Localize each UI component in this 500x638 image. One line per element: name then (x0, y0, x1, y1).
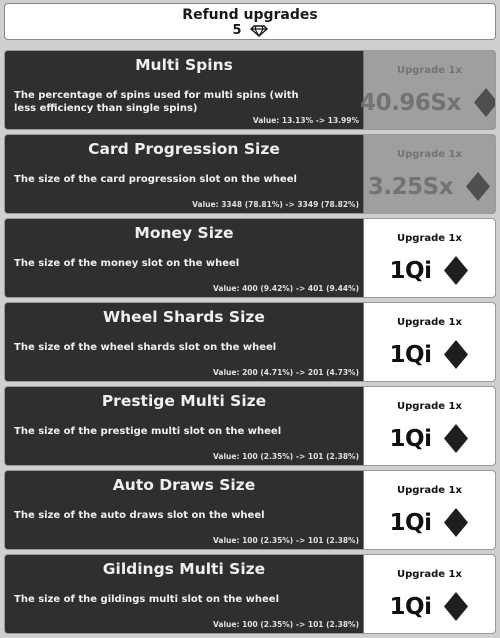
upgrade-cost: 1Qi (389, 425, 432, 452)
upgrade-name: Card Progression Size (88, 140, 280, 158)
upgrade-buy-label: Upgrade 1x (397, 485, 462, 496)
upgrade-cost: 1Qi (389, 257, 432, 284)
upgrade-info-panel: Wheel Shards Size The size of the wheel … (5, 303, 363, 381)
upgrade-buy-button[interactable]: Upgrade 1x 1Qi (363, 219, 495, 297)
upgrade-buy-label: Upgrade 1x (397, 569, 462, 580)
upgrade-description: The size of the card progression slot on… (14, 174, 297, 185)
upgrade-buy-label: Upgrade 1x (397, 65, 462, 76)
diamond-gem-icon (443, 255, 469, 286)
upgrade-buy-label: Upgrade 1x (397, 149, 462, 160)
diamond-gem-icon (465, 171, 491, 202)
refund-title: Refund upgrades (182, 7, 318, 23)
upgrade-name: Prestige Multi Size (101, 392, 267, 410)
diamond-gem-icon (443, 591, 469, 622)
upgrade-buy-button[interactable]: Upgrade 1x 1Qi (363, 471, 495, 549)
upgrade-buy-button[interactable]: Upgrade 1x 1Qi (363, 303, 495, 381)
upgrade-buy-label: Upgrade 1x (397, 233, 462, 244)
upgrade-info-panel: Gildings Multi Size The size of the gild… (5, 555, 363, 633)
upgrade-info-panel: Auto Draws Size The size of the auto dra… (5, 471, 363, 549)
upgrade-info-panel: Multi Spins The percentage of spins used… (5, 51, 363, 129)
upgrade-name: Auto Draws Size (112, 476, 256, 494)
upgrade-row: Wheel Shards Size The size of the wheel … (4, 302, 496, 382)
upgrade-name: Multi Spins (135, 56, 233, 74)
upgrade-description: The percentage of spins used for multi s… (14, 90, 299, 114)
upgrade-cost: 1Qi (389, 509, 432, 536)
upgrade-name: Gildings Multi Size (102, 560, 266, 578)
upgrade-description: The size of the money slot on the wheel (14, 258, 240, 269)
upgrade-name: Wheel Shards Size (103, 308, 265, 326)
upgrade-buy-button[interactable]: Upgrade 1x 3.25Sx (363, 135, 495, 213)
upgrade-description: The size of the prestige multi slot on t… (14, 426, 282, 437)
upgrade-cost: 40.96Sx (360, 89, 461, 116)
upgrade-buy-button[interactable]: Upgrade 1x 1Qi (363, 387, 495, 465)
diamond-gem-icon (443, 339, 469, 370)
diamond-gem-icon (443, 423, 469, 454)
upgrade-buy-label: Upgrade 1x (397, 317, 462, 328)
upgrade-name: Money Size (134, 224, 234, 242)
upgrade-row: Multi Spins The percentage of spins used… (4, 50, 496, 130)
refund-upgrades-button[interactable]: Refund upgrades 5 (4, 3, 496, 40)
upgrade-cost: 1Qi (389, 341, 432, 368)
upgrade-cost: 1Qi (389, 593, 432, 620)
upgrade-buy-button[interactable]: Upgrade 1x 40.96Sx (360, 51, 495, 129)
diamond-gem-icon (473, 87, 495, 118)
upgrade-value: Value: 100 (2.35%) -> 101 (2.38%) (213, 620, 359, 629)
upgrade-buy-label: Upgrade 1x (397, 401, 462, 412)
diamond-gem-icon (443, 507, 469, 538)
upgrade-row: Card Progression Size The size of the ca… (4, 134, 496, 214)
diamond-gem-icon (249, 24, 268, 37)
upgrade-info-panel: Prestige Multi Size The size of the pres… (5, 387, 363, 465)
upgrade-value: Value: 13.13% -> 13.99% (252, 116, 359, 125)
upgrade-info-panel: Card Progression Size The size of the ca… (5, 135, 363, 213)
upgrade-row: Auto Draws Size The size of the auto dra… (4, 470, 496, 550)
upgrade-value: Value: 3348 (78.81%) -> 3349 (78.82%) (192, 200, 359, 209)
upgrade-row: Gildings Multi Size The size of the gild… (4, 554, 496, 634)
upgrade-value: Value: 400 (9.42%) -> 401 (9.44%) (213, 284, 359, 293)
upgrade-value: Value: 200 (4.71%) -> 201 (4.73%) (213, 368, 359, 377)
upgrade-value: Value: 100 (2.35%) -> 101 (2.38%) (213, 536, 359, 545)
upgrade-info-panel: Money Size The size of the money slot on… (5, 219, 363, 297)
upgrade-description: The size of the wheel shards slot on the… (14, 342, 277, 353)
upgrade-row: Money Size The size of the money slot on… (4, 218, 496, 298)
upgrade-row: Prestige Multi Size The size of the pres… (4, 386, 496, 466)
upgrade-buy-button[interactable]: Upgrade 1x 1Qi (363, 555, 495, 633)
upgrade-description: The size of the gildings multi slot on t… (14, 594, 279, 605)
upgrade-description: The size of the auto draws slot on the w… (14, 510, 265, 521)
gem-count: 5 (232, 23, 242, 38)
upgrade-value: Value: 100 (2.35%) -> 101 (2.38%) (213, 452, 359, 461)
upgrade-cost: 3.25Sx (367, 173, 454, 200)
